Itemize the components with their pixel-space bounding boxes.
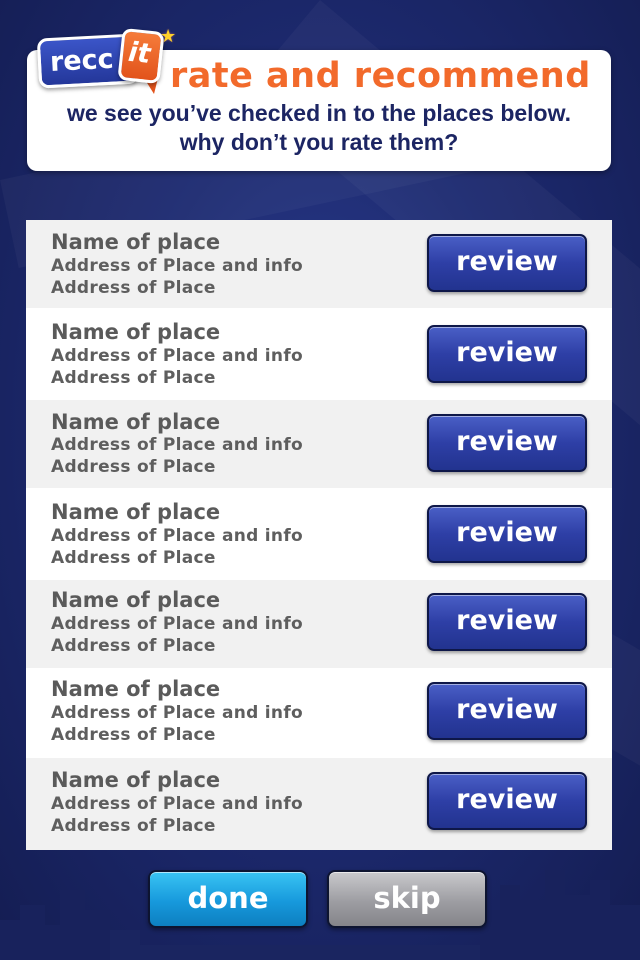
logo-it-text: it bbox=[126, 36, 153, 70]
review-button[interactable]: review bbox=[427, 593, 587, 651]
place-address-line2: Address of Place bbox=[51, 278, 216, 298]
page-title: rate and recommend bbox=[170, 56, 591, 96]
city-skyline bbox=[0, 870, 640, 960]
place-row: Name of place Address of Place and info … bbox=[26, 488, 612, 580]
place-address-line1: Address of Place and info bbox=[51, 346, 304, 366]
place-address-line1: Address of Place and info bbox=[51, 703, 304, 723]
place-row: Name of place Address of Place and info … bbox=[26, 580, 612, 668]
skip-button[interactable]: skip bbox=[327, 870, 487, 928]
place-address-line1: Address of Place and info bbox=[51, 794, 304, 814]
place-name: Name of place bbox=[51, 500, 221, 524]
place-address-line2: Address of Place bbox=[51, 636, 216, 656]
place-row: Name of place Address of Place and info … bbox=[26, 220, 612, 308]
review-button[interactable]: review bbox=[427, 682, 587, 740]
place-address-line2: Address of Place bbox=[51, 725, 216, 745]
review-button[interactable]: review bbox=[427, 325, 587, 383]
place-name: Name of place bbox=[51, 230, 221, 254]
star-icon: ★ bbox=[160, 26, 177, 47]
place-name: Name of place bbox=[51, 677, 221, 701]
place-name: Name of place bbox=[51, 768, 221, 792]
review-button[interactable]: review bbox=[427, 414, 587, 472]
place-row: Name of place Address of Place and info … bbox=[26, 400, 612, 488]
place-address-line2: Address of Place bbox=[51, 548, 216, 568]
place-address-line1: Address of Place and info bbox=[51, 614, 304, 634]
place-address-line1: Address of Place and info bbox=[51, 526, 304, 546]
place-address-line2: Address of Place bbox=[51, 457, 216, 477]
place-row: Name of place Address of Place and info … bbox=[26, 758, 612, 850]
place-address-line1: Address of Place and info bbox=[51, 256, 304, 276]
places-list: Name of place Address of Place and info … bbox=[26, 220, 612, 850]
review-button[interactable]: review bbox=[427, 234, 587, 292]
place-address-line2: Address of Place bbox=[51, 368, 216, 388]
place-name: Name of place bbox=[51, 588, 221, 612]
place-address-line2: Address of Place bbox=[51, 816, 216, 836]
review-button[interactable]: review bbox=[427, 772, 587, 830]
logo-it-bubble: it bbox=[117, 27, 165, 85]
header-subtitle-line1: we see you’ve checked in to the places b… bbox=[66, 100, 572, 126]
review-button[interactable]: review bbox=[427, 505, 587, 563]
header-subtitle-line2: why don’t you rate them? bbox=[179, 129, 459, 155]
logo-recc-text: recc bbox=[49, 43, 115, 78]
place-row: Name of place Address of Place and info … bbox=[26, 668, 612, 758]
place-name: Name of place bbox=[51, 320, 221, 344]
place-name: Name of place bbox=[51, 410, 221, 434]
place-address-line1: Address of Place and info bbox=[51, 435, 304, 455]
done-button[interactable]: done bbox=[148, 870, 308, 928]
recc-it-logo: recc it ★ bbox=[34, 26, 176, 96]
place-row: Name of place Address of Place and info … bbox=[26, 308, 612, 400]
